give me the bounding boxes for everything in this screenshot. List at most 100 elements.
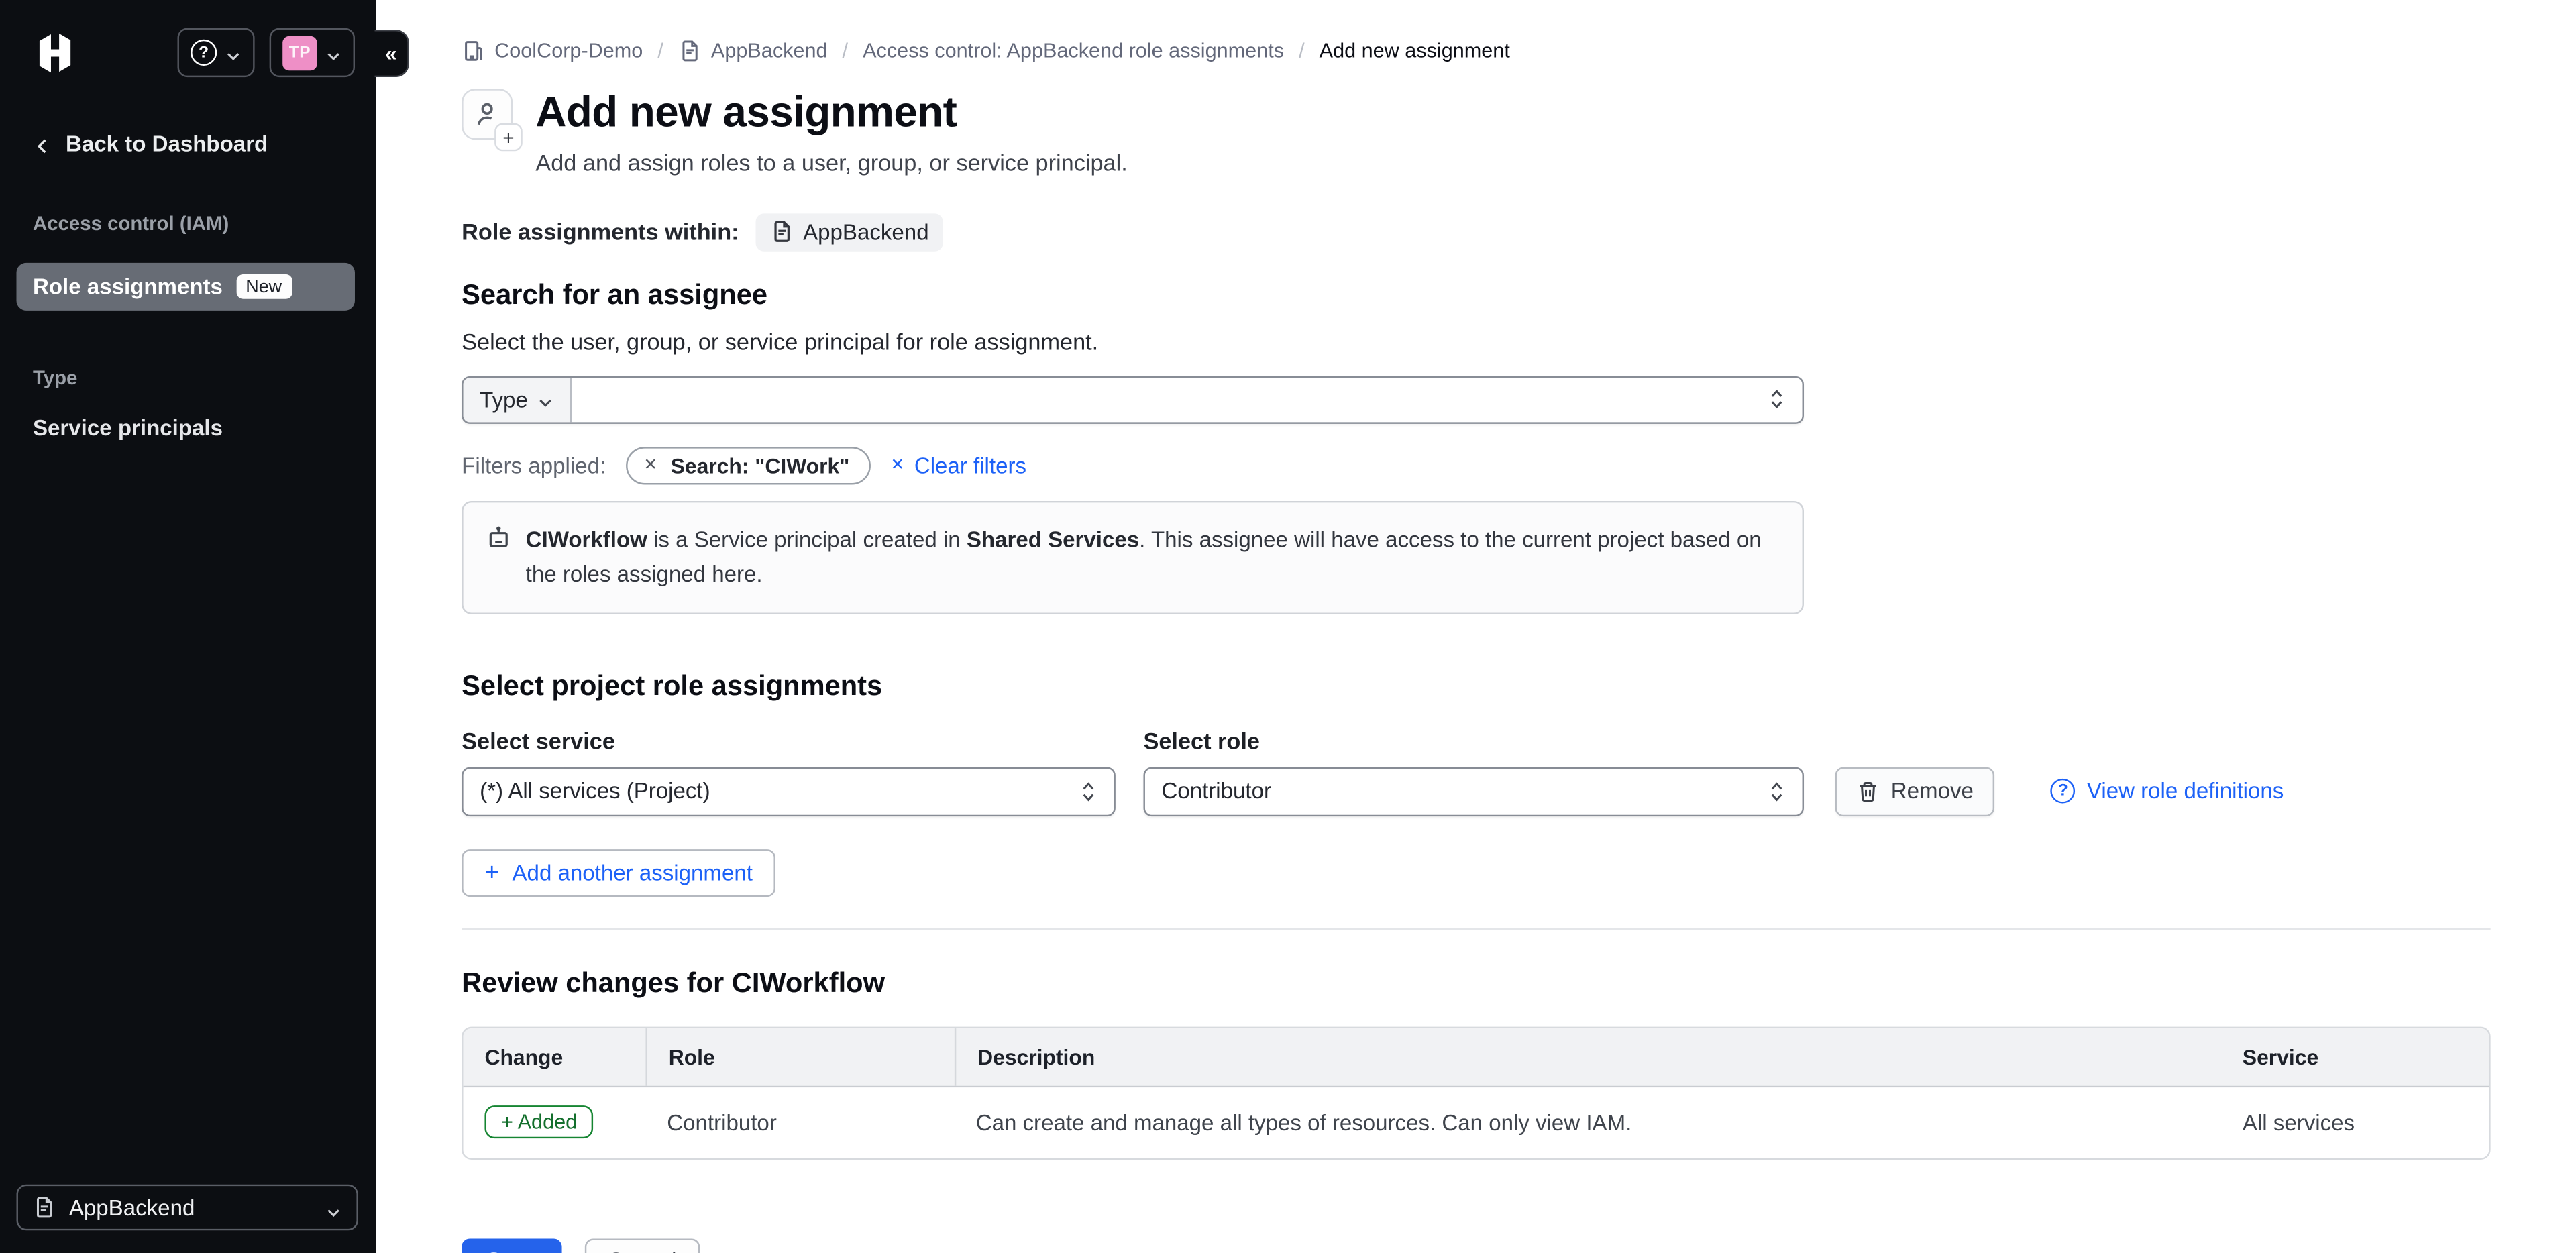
dismiss-icon: ✕	[644, 456, 658, 474]
new-badge: New	[236, 274, 292, 299]
app-window: ? TP « Back to Dashboard Access control …	[0, 0, 2576, 1253]
remove-assignment-button[interactable]: Remove	[1835, 767, 1995, 816]
project-scope-badge: AppBackend	[755, 213, 944, 250]
select-role-label: Select role	[1143, 727, 1803, 753]
help-icon: ?	[191, 40, 217, 66]
breadcrumb-project[interactable]: AppBackend	[678, 40, 828, 62]
form-actions: Save Cancel	[462, 1238, 2490, 1253]
cell-role: Contributor	[645, 1110, 954, 1135]
organization-icon	[462, 40, 484, 62]
dismiss-icon: ✕	[891, 456, 905, 474]
breadcrumb-separator: /	[843, 40, 849, 62]
service-principal-robot-icon	[486, 525, 511, 550]
hashicorp-logo-icon	[33, 30, 77, 74]
main-content: CoolCorp-Demo / AppBackend / Access cont…	[376, 0, 2576, 1253]
remove-button-label: Remove	[1891, 779, 1974, 804]
breadcrumb-role-assignments[interactable]: Access control: AppBackend role assignme…	[863, 40, 1284, 62]
role-select-value: Contributor	[1161, 779, 1271, 804]
view-role-definitions-link[interactable]: ? View role definitions	[2051, 779, 2284, 804]
add-another-assignment-button[interactable]: + Add another assignment	[462, 849, 775, 897]
service-select[interactable]: (*) All services (Project)	[462, 767, 1116, 816]
project-document-icon	[33, 1196, 56, 1219]
page-header: + Add new assignment Add and assign role…	[462, 89, 2490, 175]
plus-icon: +	[494, 123, 523, 152]
cell-service: All services	[2216, 1110, 2489, 1135]
search-type-dropdown[interactable]: Type	[464, 377, 572, 421]
save-button[interactable]: Save	[462, 1238, 561, 1253]
back-to-dashboard-link[interactable]: Back to Dashboard	[33, 131, 343, 156]
assignee-search-combobox: Type	[462, 376, 1804, 423]
scope-label: Role assignments within:	[462, 219, 739, 245]
view-role-definitions-label: View role definitions	[2087, 779, 2284, 804]
sidebar-section-type: Type	[33, 366, 343, 389]
help-menu-button[interactable]: ?	[177, 28, 254, 77]
search-section-heading: Search for an assignee	[462, 278, 2490, 311]
help-circle-icon: ?	[2051, 779, 2076, 804]
user-menu-button[interactable]: TP	[270, 28, 355, 77]
add-another-assignment-label: Add another assignment	[513, 861, 753, 885]
avatar: TP	[282, 36, 317, 70]
clear-filters-link[interactable]: ✕ Clear filters	[891, 453, 1026, 478]
breadcrumb-separator: /	[657, 40, 663, 62]
assignee-info-text: CIWorkflow is a Service principal create…	[526, 522, 1776, 593]
column-header-description: Description	[955, 1028, 2216, 1086]
sidebar-item-label: Role assignments	[33, 274, 223, 299]
select-service-label: Select service	[462, 727, 1116, 753]
breadcrumb-role-assignments-label: Access control: AppBackend role assignme…	[863, 40, 1284, 62]
page-subtitle: Add and assign roles to a user, group, o…	[535, 149, 1127, 175]
search-type-label: Type	[480, 387, 528, 412]
review-section-heading: Review changes for CIWorkflow	[462, 967, 2490, 1000]
assignee-search-input[interactable]	[572, 377, 1752, 421]
project-switcher[interactable]: AppBackend	[16, 1185, 358, 1231]
combobox-toggle[interactable]	[1752, 377, 1803, 421]
cancel-button[interactable]: Cancel	[584, 1238, 700, 1253]
breadcrumb-org[interactable]: CoolCorp-Demo	[462, 40, 643, 62]
chevron-down-icon	[538, 391, 554, 407]
breadcrumb: CoolCorp-Demo / AppBackend / Access cont…	[462, 0, 2490, 62]
table-header-row: Change Role Description Service	[464, 1028, 2489, 1087]
column-header-change: Change	[464, 1028, 646, 1086]
sidebar-item-role-assignments[interactable]: Role assignments New	[16, 263, 354, 311]
clear-filters-label: Clear filters	[914, 453, 1026, 478]
column-header-service: Service	[2216, 1028, 2489, 1086]
sidebar-section-access-control: Access control (IAM)	[33, 212, 343, 235]
cell-change: + Added	[464, 1106, 646, 1139]
assignee-org: Shared Services	[967, 527, 1139, 551]
project-scope-badge-label: AppBackend	[803, 219, 929, 244]
breadcrumb-current: Add new assignment	[1320, 40, 1510, 62]
project-document-icon	[770, 220, 793, 243]
sidebar-item-service-principals[interactable]: Service principals	[33, 416, 343, 441]
search-filter-tag[interactable]: ✕ Search: "CIWork"	[626, 446, 871, 484]
search-section-description: Select the user, group, or service princ…	[462, 328, 2490, 354]
breadcrumb-separator: /	[1299, 40, 1305, 62]
sidebar-top-bar: ? TP	[0, 0, 376, 77]
project-switcher-label: AppBackend	[69, 1195, 312, 1220]
assignee-info-box: CIWorkflow is a Service principal create…	[462, 500, 1804, 614]
breadcrumb-project-label: AppBackend	[711, 40, 828, 62]
scope-row: Role assignments within: AppBackend	[462, 213, 2490, 250]
chevron-left-icon	[33, 134, 52, 154]
chevron-down-icon	[225, 44, 241, 60]
filters-row: Filters applied: ✕ Search: "CIWork" ✕ Cl…	[462, 446, 2490, 484]
cell-description: Can create and manage all types of resou…	[955, 1110, 2216, 1135]
trash-icon	[1856, 780, 1879, 803]
back-to-dashboard-label: Back to Dashboard	[66, 131, 268, 156]
project-document-icon	[678, 40, 701, 62]
roles-section-heading: Select project role assignments	[462, 670, 2490, 703]
breadcrumb-current-label: Add new assignment	[1320, 40, 1510, 62]
section-divider	[462, 928, 2490, 929]
filters-applied-label: Filters applied:	[462, 453, 606, 478]
collapse-icon: «	[385, 41, 397, 66]
assignee-name: CIWorkflow	[526, 527, 647, 551]
column-header-role: Role	[645, 1028, 954, 1086]
chevron-down-icon	[325, 1199, 341, 1215]
sidebar: ? TP « Back to Dashboard Access control …	[0, 0, 376, 1253]
role-select[interactable]: Contributor	[1143, 767, 1803, 816]
select-labels-row: Select service Select role	[462, 727, 2490, 753]
review-changes-table: Change Role Description Service + Added …	[462, 1026, 2490, 1159]
sidebar-collapse-button[interactable]: «	[374, 30, 409, 77]
chevron-down-icon	[325, 44, 341, 60]
user-plus-icon: +	[462, 89, 513, 140]
search-filter-tag-label: Search: "CIWork"	[671, 453, 850, 478]
plus-icon: +	[484, 859, 498, 887]
